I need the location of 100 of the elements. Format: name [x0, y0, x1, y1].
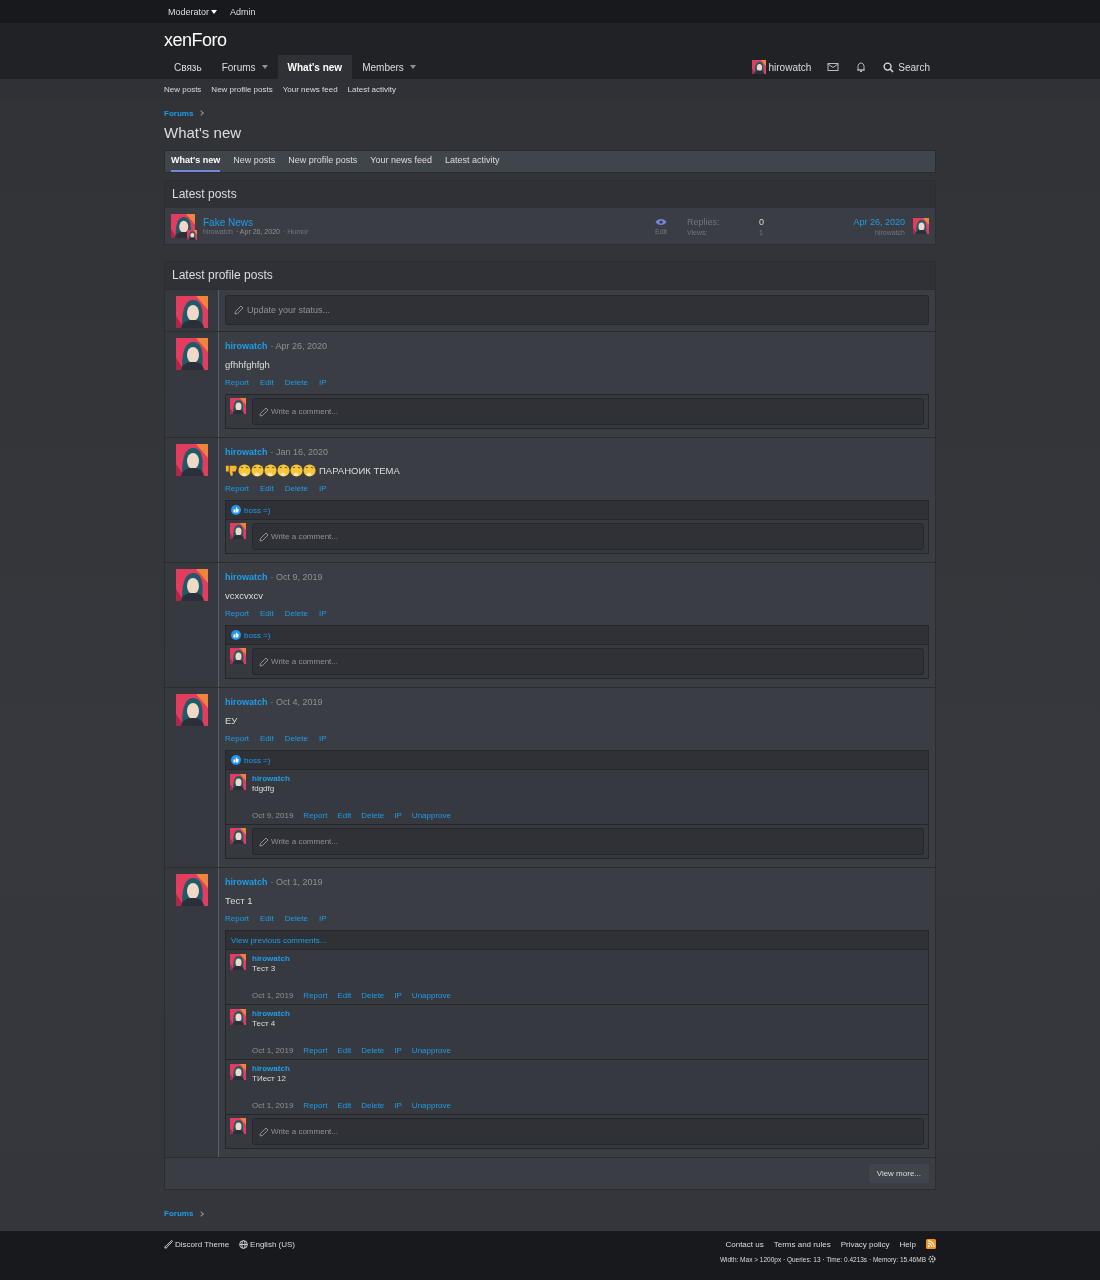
- style-chooser-link[interactable]: Discord Theme: [164, 1239, 230, 1249]
- reaction-link[interactable]: boss =): [244, 755, 271, 765]
- reaction-link[interactable]: boss =): [244, 505, 271, 515]
- logo[interactable]: xenForo: [164, 23, 227, 55]
- avatar: [230, 1009, 246, 1025]
- action-link[interactable]: Unapprove: [411, 1045, 451, 1055]
- breadcrumb-link[interactable]: Forums: [164, 108, 194, 118]
- rss-icon[interactable]: [926, 1239, 936, 1249]
- action-link[interactable]: Report: [225, 484, 249, 493]
- action-link[interactable]: Delete: [284, 734, 308, 743]
- comment-author-link[interactable]: hirowatch: [252, 774, 924, 783]
- action-link[interactable]: Delete: [284, 914, 308, 923]
- author-link[interactable]: hirowatch: [225, 447, 268, 457]
- action-link[interactable]: IP: [318, 378, 327, 387]
- user-link[interactable]: hirowatch: [751, 60, 812, 74]
- avatar: [175, 569, 208, 601]
- action-link[interactable]: Edit: [337, 990, 352, 1000]
- action-link[interactable]: Edit: [337, 1100, 352, 1110]
- action-link[interactable]: Delete: [284, 609, 308, 618]
- action-link[interactable]: Unapprove: [411, 990, 451, 1000]
- tab[interactable]: What's new: [171, 151, 221, 172]
- comment-author-link[interactable]: hirowatch: [252, 954, 924, 963]
- comment-author-link[interactable]: hirowatch: [252, 1009, 924, 1018]
- nav-tab[interactable]: Forums: [211, 55, 278, 79]
- action-link[interactable]: Report: [303, 1045, 328, 1055]
- author-link[interactable]: hirowatch: [225, 341, 268, 351]
- action-link[interactable]: Report: [303, 1100, 328, 1110]
- author-link[interactable]: hirowatch: [225, 697, 268, 707]
- tab[interactable]: New profile posts: [288, 151, 358, 172]
- action-link[interactable]: Edit: [260, 378, 274, 387]
- sub-nav-link[interactable]: New profile posts: [211, 84, 273, 94]
- comment-field[interactable]: Write a comment...: [252, 1118, 924, 1145]
- comment-field[interactable]: Write a comment...: [252, 648, 924, 675]
- action-link[interactable]: Delete: [361, 1045, 385, 1055]
- staff-link[interactable]: Admin: [230, 6, 256, 17]
- action-link[interactable]: Report: [225, 609, 249, 618]
- last-post-date-link[interactable]: Apr 26, 2020: [853, 216, 905, 227]
- comment-author-link[interactable]: hirowatch: [252, 1064, 924, 1073]
- comment-date: Oct 9, 2019: [252, 810, 294, 820]
- action-link[interactable]: IP: [318, 734, 327, 743]
- reaction-link[interactable]: boss =): [244, 630, 271, 640]
- action-link[interactable]: Edit: [337, 810, 352, 820]
- action-link[interactable]: Report: [225, 914, 249, 923]
- page-title: What's new: [164, 123, 243, 143]
- thread-title-link[interactable]: Fake News: [203, 217, 643, 228]
- sub-nav-link[interactable]: Latest activity: [347, 84, 397, 94]
- breadcrumb-link[interactable]: Forums: [164, 1209, 194, 1218]
- view-previous-link[interactable]: View previous comments...: [231, 935, 327, 945]
- action-link[interactable]: IP: [394, 810, 402, 820]
- action-link[interactable]: IP: [394, 1045, 402, 1055]
- settings-icon[interactable]: [928, 1255, 936, 1263]
- action-link[interactable]: IP: [394, 990, 402, 1000]
- nav-tab[interactable]: Связь: [164, 55, 212, 79]
- language-chooser-link[interactable]: English (US): [239, 1239, 295, 1249]
- comment-text: ТИест 12: [252, 1074, 287, 1083]
- status-field[interactable]: Update your status...: [225, 295, 929, 325]
- action-link[interactable]: IP: [318, 914, 327, 923]
- comment-field[interactable]: Write a comment...: [252, 828, 924, 855]
- action-link[interactable]: Delete: [284, 378, 308, 387]
- avatar: [230, 398, 246, 414]
- sub-nav-link[interactable]: Your news feed: [282, 84, 338, 94]
- comment-field[interactable]: Write a comment...: [252, 398, 924, 425]
- action-link[interactable]: IP: [318, 609, 327, 618]
- action-link[interactable]: Report: [303, 810, 328, 820]
- bell-icon[interactable]: [855, 61, 868, 73]
- action-link[interactable]: Unapprove: [411, 1100, 451, 1110]
- action-link[interactable]: Edit: [260, 734, 274, 743]
- footer-link[interactable]: Contact us: [725, 1239, 764, 1249]
- nav-tab[interactable]: What's new: [277, 55, 353, 79]
- action-link[interactable]: Edit: [337, 1045, 352, 1055]
- action-link[interactable]: IP: [318, 484, 327, 493]
- action-link[interactable]: Edit: [260, 484, 274, 493]
- action-link[interactable]: Report: [225, 378, 249, 387]
- view-more-button[interactable]: View more...: [868, 1164, 929, 1183]
- action-link[interactable]: Delete: [361, 990, 385, 1000]
- action-link[interactable]: IP: [394, 1100, 402, 1110]
- search-link[interactable]: Search: [883, 61, 930, 73]
- comment-date: Oct 1, 2019: [252, 990, 294, 1000]
- action-link[interactable]: Report: [225, 734, 249, 743]
- tab[interactable]: New posts: [233, 151, 276, 172]
- action-link[interactable]: Unapprove: [411, 810, 451, 820]
- comment-field[interactable]: Write a comment...: [252, 523, 924, 550]
- action-link[interactable]: Delete: [361, 1100, 385, 1110]
- action-link[interactable]: Delete: [361, 810, 385, 820]
- action-link[interactable]: Edit: [260, 914, 274, 923]
- staff-link[interactable]: Moderator: [168, 6, 218, 17]
- mail-icon[interactable]: [827, 61, 840, 73]
- action-link[interactable]: Delete: [284, 484, 308, 493]
- tab[interactable]: Latest activity: [444, 151, 500, 172]
- footer-link[interactable]: Help: [899, 1239, 916, 1249]
- action-link[interactable]: Report: [303, 990, 328, 1000]
- tab[interactable]: Your news feed: [370, 151, 432, 172]
- action-link[interactable]: Edit: [260, 609, 274, 618]
- footer-link[interactable]: Terms and rules: [773, 1239, 831, 1249]
- footer-link[interactable]: Privacy policy: [840, 1239, 890, 1249]
- sub-nav-link[interactable]: New posts: [164, 84, 202, 94]
- post-date: · Apr 26, 2020: [270, 341, 328, 351]
- author-link[interactable]: hirowatch: [225, 877, 268, 887]
- author-link[interactable]: hirowatch: [225, 572, 268, 582]
- nav-tab[interactable]: Members: [352, 55, 426, 79]
